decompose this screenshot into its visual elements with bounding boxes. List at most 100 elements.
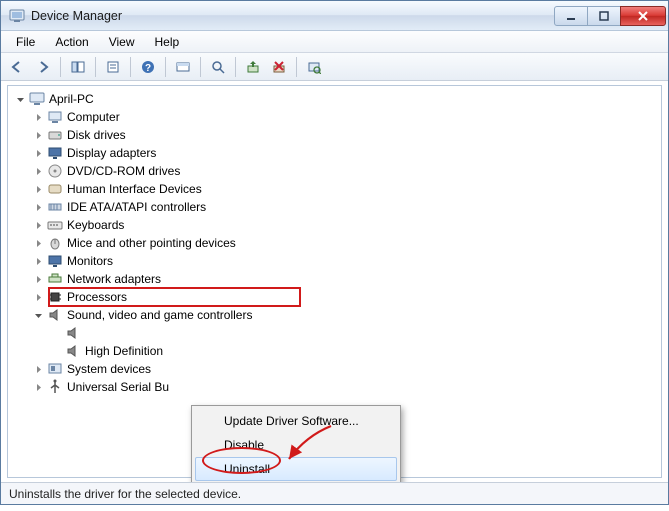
- cpu-icon: [47, 289, 63, 305]
- display-icon: [47, 145, 63, 161]
- disk-icon: [47, 127, 63, 143]
- expand-icon[interactable]: [32, 291, 44, 303]
- tree-item-mice[interactable]: Mice and other pointing devices: [28, 234, 659, 252]
- expand-icon[interactable]: [32, 237, 44, 249]
- computer-icon: [47, 109, 63, 125]
- tree-label: Processors: [67, 290, 127, 304]
- menu-file[interactable]: File: [7, 33, 44, 51]
- ctx-uninstall[interactable]: Uninstall: [195, 457, 397, 481]
- app-icon: [9, 8, 25, 24]
- tree-item-display-adapters[interactable]: Display adapters: [28, 144, 659, 162]
- expand-icon[interactable]: [32, 111, 44, 123]
- tree-item-audio-device-1[interactable]: [46, 324, 659, 342]
- tree-label: Universal Serial Bu: [67, 380, 169, 394]
- window-title: Device Manager: [31, 9, 555, 23]
- toggle-console-button[interactable]: [171, 55, 195, 79]
- toolbar-sep: [200, 57, 201, 77]
- tree-item-network[interactable]: Network adapters: [28, 270, 659, 288]
- speaker-icon: [65, 343, 81, 359]
- tree-item-dvd-cdrom[interactable]: DVD/CD-ROM drives: [28, 162, 659, 180]
- expand-icon[interactable]: [32, 363, 44, 375]
- tree-root[interactable]: April-PC: [10, 90, 659, 108]
- tree-item-keyboards[interactable]: Keyboards: [28, 216, 659, 234]
- collapse-icon[interactable]: [32, 309, 44, 321]
- tree-label: Sound, video and game controllers: [67, 308, 252, 322]
- minimize-button[interactable]: [554, 6, 588, 26]
- tree-item-system-devices[interactable]: System devices: [28, 360, 659, 378]
- monitor-icon: [47, 253, 63, 269]
- keyboard-icon: [47, 217, 63, 233]
- caption-buttons: [555, 6, 666, 26]
- close-button[interactable]: [620, 6, 666, 26]
- expand-icon[interactable]: [32, 219, 44, 231]
- expand-icon[interactable]: [32, 381, 44, 393]
- toolbar-sep: [235, 57, 236, 77]
- system-icon: [47, 361, 63, 377]
- toolbar: ?: [1, 53, 668, 81]
- toolbar-sep: [95, 57, 96, 77]
- tree-item-processors[interactable]: Processors: [28, 288, 659, 306]
- statusbar-text: Uninstalls the driver for the selected d…: [9, 487, 241, 501]
- nav-back-button[interactable]: [5, 55, 29, 79]
- context-menu: Update Driver Software... Disable Uninst…: [191, 405, 401, 482]
- help-button[interactable]: ?: [136, 55, 160, 79]
- tree-item-disk-drives[interactable]: Disk drives: [28, 126, 659, 144]
- tree-item-monitors[interactable]: Monitors: [28, 252, 659, 270]
- expand-icon[interactable]: [32, 165, 44, 177]
- scan-hardware-button[interactable]: [302, 55, 326, 79]
- tree-label: Mice and other pointing devices: [67, 236, 236, 250]
- speaker-icon: [65, 325, 81, 341]
- show-hide-tree-button[interactable]: [66, 55, 90, 79]
- statusbar: Uninstalls the driver for the selected d…: [1, 482, 668, 504]
- menu-view[interactable]: View: [100, 33, 144, 51]
- content-area: April-PC Computer Disk drives Display ad…: [1, 81, 668, 482]
- nav-forward-button[interactable]: [31, 55, 55, 79]
- collapse-icon[interactable]: [14, 93, 26, 105]
- tree-root-label: April-PC: [49, 92, 94, 106]
- toolbar-sep: [60, 57, 61, 77]
- uninstall-driver-button[interactable]: [267, 55, 291, 79]
- tree-item-ide[interactable]: IDE ATA/ATAPI controllers: [28, 198, 659, 216]
- tree-label: IDE ATA/ATAPI controllers: [67, 200, 206, 214]
- menu-action[interactable]: Action: [46, 33, 97, 51]
- expand-icon[interactable]: [32, 147, 44, 159]
- ide-icon: [47, 199, 63, 215]
- tree-label: Monitors: [67, 254, 113, 268]
- tree-item-hid[interactable]: Human Interface Devices: [28, 180, 659, 198]
- toolbar-sep: [296, 57, 297, 77]
- sound-icon: [47, 307, 63, 323]
- tree-item-audio-device-2[interactable]: High Definition: [46, 342, 659, 360]
- tree-label: Display adapters: [67, 146, 156, 160]
- tree-item-computer[interactable]: Computer: [28, 108, 659, 126]
- expand-icon[interactable]: [32, 183, 44, 195]
- tree-label: Disk drives: [67, 128, 126, 142]
- menu-help[interactable]: Help: [146, 33, 189, 51]
- mouse-icon: [47, 235, 63, 251]
- toolbar-sep: [130, 57, 131, 77]
- expand-icon[interactable]: [32, 201, 44, 213]
- expand-icon[interactable]: [32, 129, 44, 141]
- ctx-update-driver[interactable]: Update Driver Software...: [195, 409, 397, 433]
- device-manager-window: Device Manager File Action View Help ?: [0, 0, 669, 505]
- expand-icon[interactable]: [32, 273, 44, 285]
- expand-icon[interactable]: [32, 255, 44, 267]
- maximize-button[interactable]: [587, 6, 621, 26]
- tree-label: Keyboards: [67, 218, 124, 232]
- svg-text:?: ?: [145, 63, 151, 74]
- hid-icon: [47, 181, 63, 197]
- tree-label: Network adapters: [67, 272, 161, 286]
- properties-button[interactable]: [101, 55, 125, 79]
- menubar: File Action View Help: [1, 31, 668, 53]
- titlebar: Device Manager: [1, 1, 668, 31]
- tree-label: Computer: [67, 110, 120, 124]
- usb-icon: [47, 379, 63, 395]
- tree-item-sound[interactable]: Sound, video and game controllers: [28, 306, 659, 324]
- tree-item-usb[interactable]: Universal Serial Bu: [28, 378, 659, 396]
- computer-root-icon: [29, 91, 45, 107]
- tree-label: System devices: [67, 362, 151, 376]
- ctx-disable[interactable]: Disable: [195, 433, 397, 457]
- optical-icon: [47, 163, 63, 179]
- update-driver-button[interactable]: [241, 55, 265, 79]
- find-button[interactable]: [206, 55, 230, 79]
- network-icon: [47, 271, 63, 287]
